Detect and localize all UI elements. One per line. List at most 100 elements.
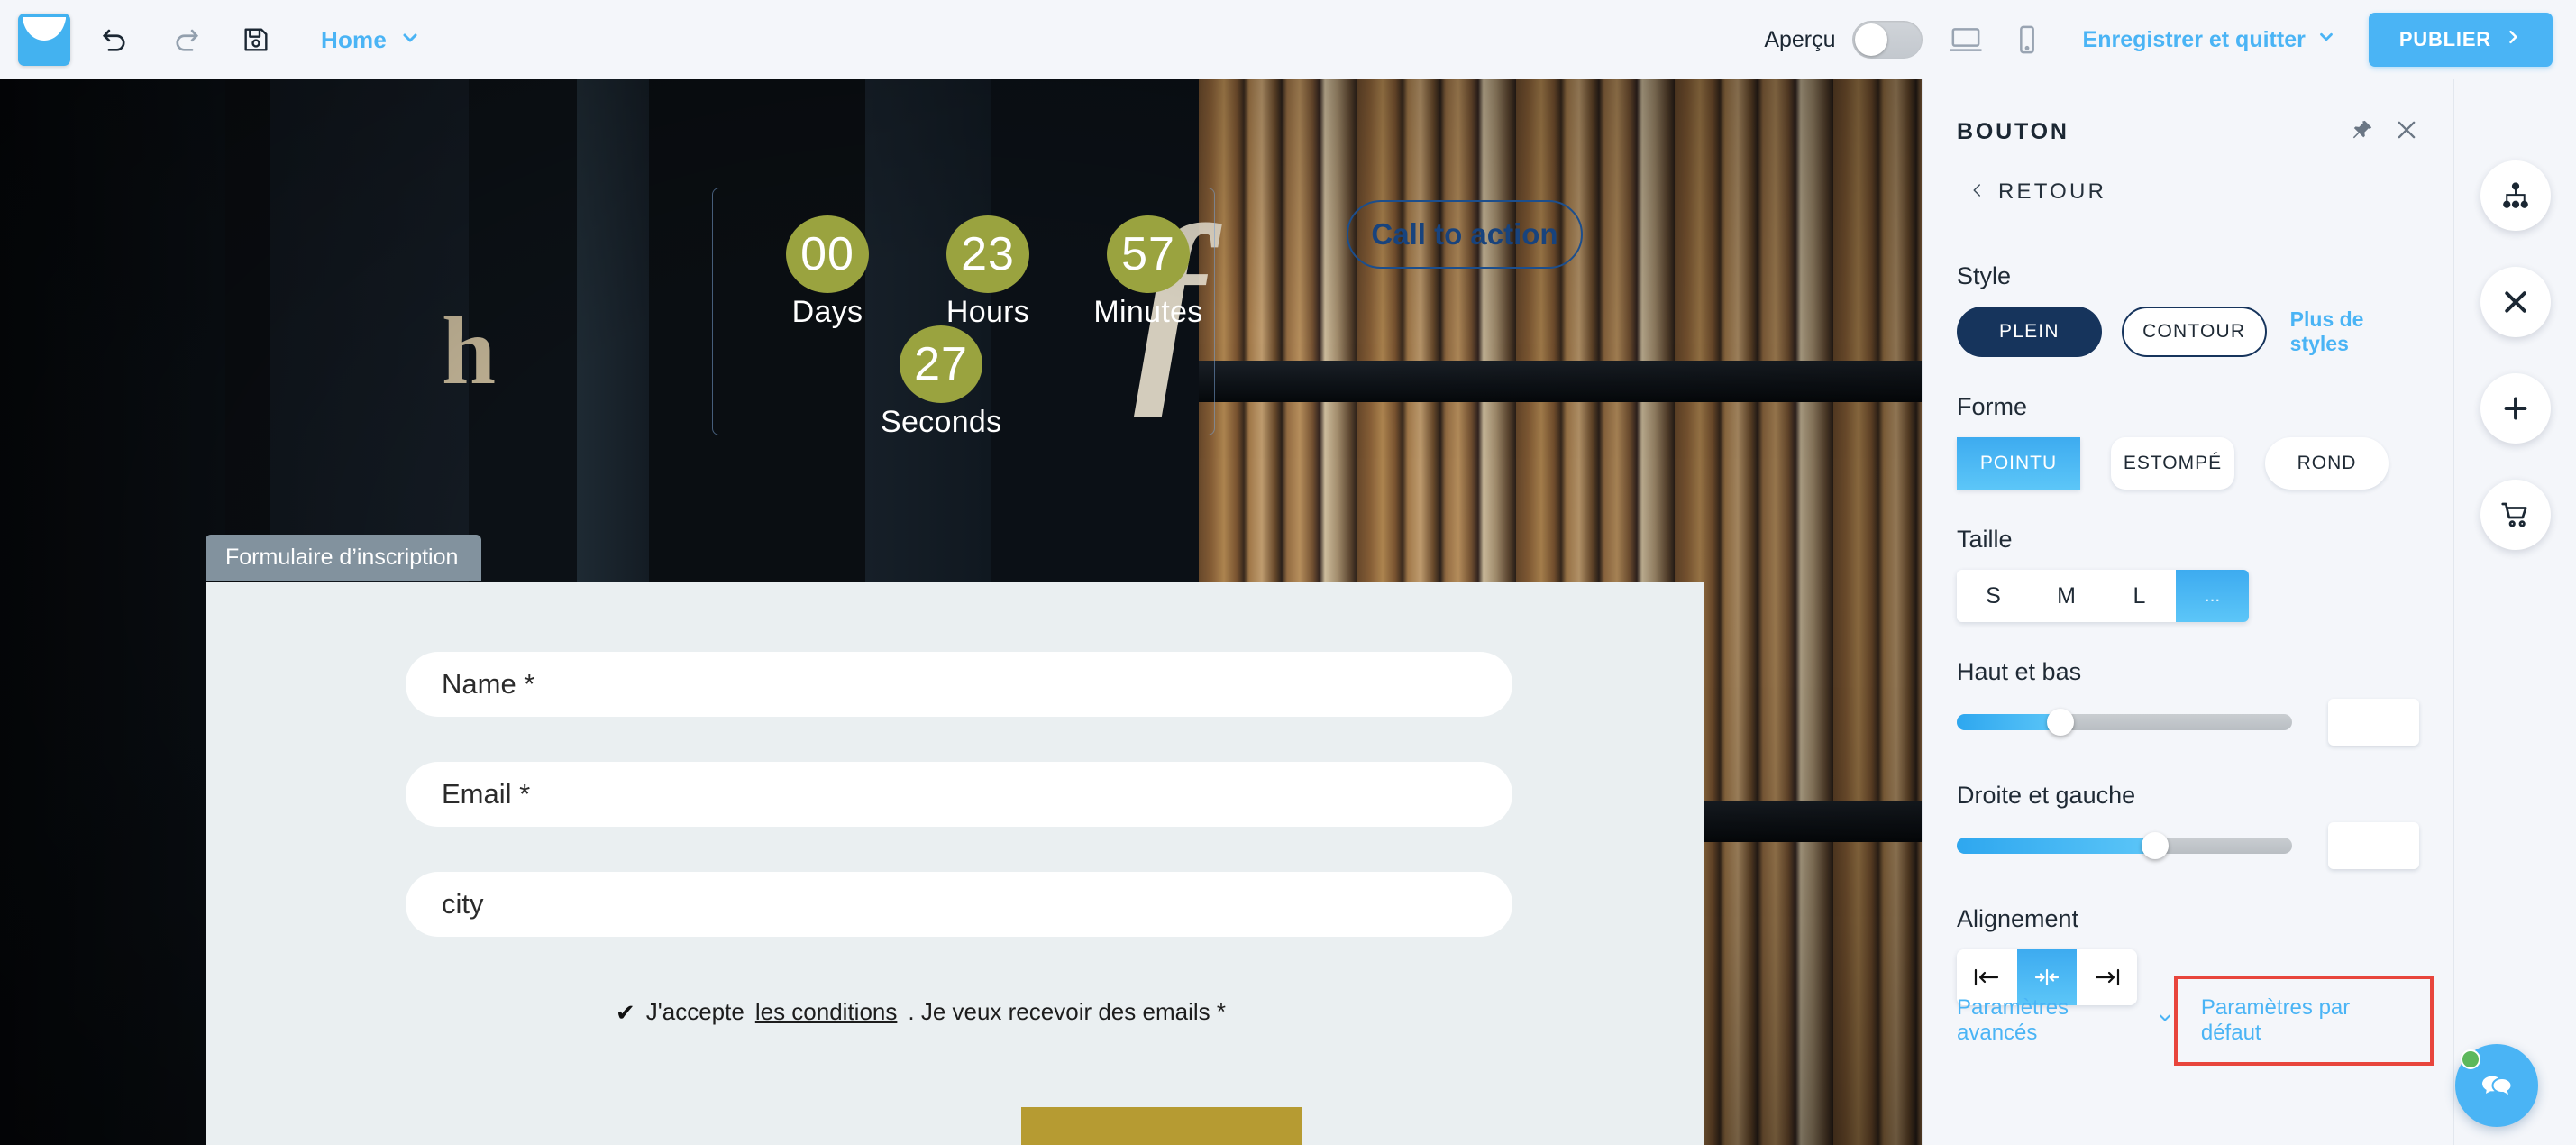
chevron-down-icon <box>399 27 421 53</box>
chevron-down-icon <box>2156 1008 2174 1033</box>
form-block-label: Formulaire d’inscription <box>206 535 482 581</box>
countdown-unit-hours: 23 Hours <box>927 215 1048 330</box>
page-selector[interactable]: Home <box>321 26 421 54</box>
desktop-icon[interactable] <box>1948 22 1984 58</box>
countdown-value: 57 <box>1107 215 1190 293</box>
style-option-plein[interactable]: PLEIN <box>1957 307 2102 357</box>
button-settings-panel: BOUTON RETOUR Style PLEIN CONTOUR Plus d… <box>1922 79 2453 1145</box>
forme-option-estompe[interactable]: ESTOMPÉ <box>2111 437 2234 490</box>
sign-up-button[interactable]: Sign up <box>1021 1107 1302 1145</box>
consent-text-after: . Je veux recevoir des emails * <box>908 998 1226 1025</box>
alignement-label: Alignement <box>1957 905 2079 932</box>
taille-options: S M L ... <box>1957 570 2249 622</box>
dark-left-panel <box>0 79 225 1145</box>
style-label: Style <box>1957 262 2012 289</box>
style-option-contour[interactable]: CONTOUR <box>2121 307 2267 357</box>
taille-option-m[interactable]: M <box>2030 570 2103 622</box>
forme-label: Forme <box>1957 393 2028 420</box>
countdown-unit-minutes: 57 Minutes <box>1088 215 1209 330</box>
name-field[interactable]: Name * <box>406 652 1512 717</box>
close-icon[interactable] <box>2394 117 2419 147</box>
chat-bubbles-icon[interactable] <box>2455 1044 2538 1127</box>
countdown-label: Minutes <box>1093 295 1203 329</box>
haut-bas-section: Haut et bas <box>1957 658 2419 746</box>
droite-gauche-slider[interactable] <box>1957 832 2293 859</box>
haut-bas-slider[interactable] <box>1957 709 2293 736</box>
advanced-settings-label: Paramètres avancés <box>1957 995 2069 1045</box>
floppy-save-icon[interactable] <box>231 14 281 65</box>
taille-label: Taille <box>1957 526 2013 553</box>
forme-section: Forme POINTU ESTOMPÉ ROND <box>1957 393 2419 490</box>
forme-option-pointu[interactable]: POINTU <box>1957 437 2080 490</box>
countdown-value: 23 <box>946 215 1029 293</box>
droite-gauche-slider-row <box>1957 822 2419 869</box>
chevron-left-icon <box>1969 179 1986 205</box>
page-canvas[interactable]: h g f 00 Days 23 Hours 57 Minutes <box>0 79 1922 1145</box>
default-settings-button[interactable]: Paramètres par défaut <box>2173 976 2434 1066</box>
droite-gauche-section: Droite et gauche <box>1957 782 2419 869</box>
signup-form-block[interactable]: Name * Email * city ✔ J'accepte les cond… <box>206 582 1704 1145</box>
call-to-action-button[interactable]: Call to action <box>1347 200 1583 269</box>
droite-gauche-label: Droite et gauche <box>1957 782 2136 809</box>
haut-bas-value-input[interactable] <box>2328 699 2419 746</box>
more-styles-link[interactable]: Plus de styles <box>2290 307 2419 356</box>
back-label: RETOUR <box>1998 179 2107 204</box>
logo-smile-shape <box>23 17 66 57</box>
chevron-down-icon <box>2316 27 2336 53</box>
taille-option-custom[interactable]: ... <box>2176 570 2249 622</box>
haut-bas-label: Haut et bas <box>1957 658 2082 685</box>
preview-toggle[interactable] <box>1851 21 1923 59</box>
preview-label: Aperçu <box>1764 26 1836 52</box>
slider-fill <box>1957 838 2155 854</box>
droite-gauche-value-input[interactable] <box>2328 822 2419 869</box>
save-and-quit-button[interactable]: Enregistrer et quitter <box>2083 27 2336 53</box>
back-button[interactable]: RETOUR <box>1969 179 2419 205</box>
chevron-right-icon <box>2504 28 2522 51</box>
mailjet-logo-icon[interactable] <box>18 14 70 66</box>
panel-header: BOUTON <box>1957 117 2419 147</box>
taille-section: Taille S M L ... <box>1957 526 2419 622</box>
countdown-row-top: 00 Days 23 Hours 57 Minutes <box>767 215 1209 330</box>
pin-icon[interactable] <box>2351 118 2374 146</box>
check-icon: ✔ <box>616 998 635 1026</box>
countdown-row-bottom: 27 Seconds <box>881 325 1001 440</box>
consent-checkbox-row[interactable]: ✔ J'accepte les conditions . Je veux rece… <box>616 998 1226 1026</box>
city-field[interactable]: city <box>406 872 1512 937</box>
plus-icon[interactable] <box>2480 373 2551 444</box>
panel-title: BOUTON <box>1957 119 2069 144</box>
sitemap-icon[interactable] <box>2480 160 2551 231</box>
publish-label: PUBLIER <box>2398 28 2491 50</box>
top-toolbar: Home Aperçu Enregistrer et quitter PUBLI… <box>0 0 2576 79</box>
save-and-quit-label: Enregistrer et quitter <box>2082 26 2306 52</box>
slider-handle[interactable] <box>2141 832 2169 859</box>
page-name-label: Home <box>321 25 388 53</box>
countdown-widget[interactable]: 00 Days 23 Hours 57 Minutes 27 Seconds <box>712 188 1215 439</box>
publish-button[interactable]: PUBLIER <box>2368 13 2553 67</box>
countdown-label: Days <box>791 295 863 329</box>
email-field[interactable]: Email * <box>406 762 1512 827</box>
redo-icon[interactable] <box>160 14 211 65</box>
chat-glyph <box>2482 1076 2513 1095</box>
haut-bas-slider-row <box>1957 699 2419 746</box>
close-x-icon[interactable] <box>2480 267 2551 337</box>
taille-option-s[interactable]: S <box>1957 570 2030 622</box>
taille-option-l[interactable]: L <box>2103 570 2176 622</box>
countdown-unit-seconds: 27 Seconds <box>881 325 1001 440</box>
forme-options: POINTU ESTOMPÉ ROND <box>1957 437 2419 490</box>
mobile-icon[interactable] <box>2009 22 2045 58</box>
countdown-label: Seconds <box>881 405 1002 439</box>
forme-option-rond[interactable]: ROND <box>2265 437 2389 490</box>
page-root: Home Aperçu Enregistrer et quitter PUBLI… <box>0 0 2576 1145</box>
terms-link[interactable]: les conditions <box>755 998 898 1026</box>
countdown-value: 00 <box>786 215 869 293</box>
style-options: PLEIN CONTOUR Plus de styles <box>1957 307 2419 357</box>
toggle-knob <box>1854 23 1887 56</box>
shopping-cart-icon[interactable] <box>2480 480 2551 550</box>
online-dot <box>2461 1049 2480 1069</box>
advanced-settings-button[interactable]: Paramètres avancés <box>1957 995 2174 1046</box>
countdown-unit-days: 00 Days <box>767 215 888 330</box>
undo-icon[interactable] <box>90 14 141 65</box>
right-icon-rail <box>2453 79 2576 1145</box>
slider-handle[interactable] <box>2047 709 2075 736</box>
countdown-value: 27 <box>900 325 982 403</box>
